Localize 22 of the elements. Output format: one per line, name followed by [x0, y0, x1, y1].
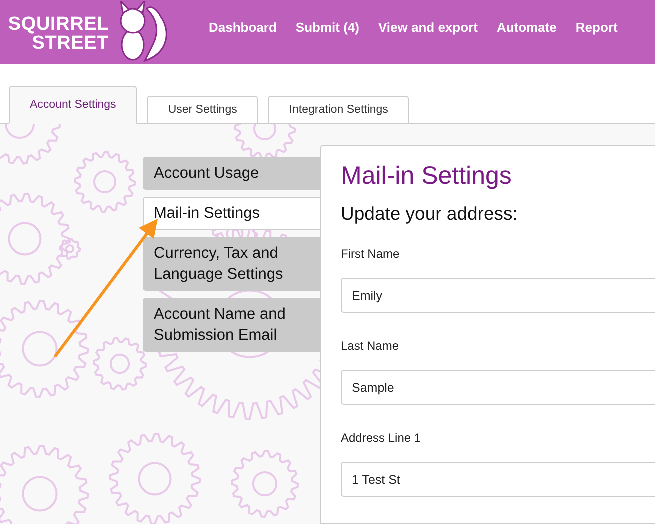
- input-field[interactable]: 1 Test St: [341, 462, 655, 497]
- side-menu-item[interactable]: Account Name and Submission Email: [143, 298, 320, 352]
- nav-link[interactable]: Dashboard: [209, 20, 277, 34]
- panel-title: Mail-in Settings: [341, 162, 513, 191]
- logo-text: SQUIRREL: [8, 15, 109, 34]
- side-menu-item[interactable]: Account Usage: [143, 157, 320, 190]
- input-field[interactable]: Emily: [341, 278, 655, 313]
- side-menu-item[interactable]: Mail-in Settings: [143, 197, 320, 230]
- nav-link[interactable]: Report: [576, 20, 618, 34]
- settings-tab[interactable]: Account Settings: [9, 86, 138, 124]
- field-label: Address Line 1: [341, 431, 422, 445]
- nav-link[interactable]: Automate: [496, 20, 557, 34]
- field-label: Last Name: [341, 339, 400, 353]
- settings-tab[interactable]: Integration Settings: [268, 96, 410, 124]
- logo-text: STREET: [32, 34, 109, 53]
- field-label: First Name: [341, 247, 401, 261]
- input-field[interactable]: Sample: [341, 370, 655, 405]
- settings-tab[interactable]: User Settings: [147, 96, 258, 124]
- nav-link[interactable]: View and export: [378, 20, 478, 34]
- panel-subtitle: Update your address:: [341, 203, 519, 225]
- side-menu-item[interactable]: Currency, Tax and Language Settings: [143, 237, 320, 291]
- nav-link[interactable]: Submit (4): [296, 20, 360, 34]
